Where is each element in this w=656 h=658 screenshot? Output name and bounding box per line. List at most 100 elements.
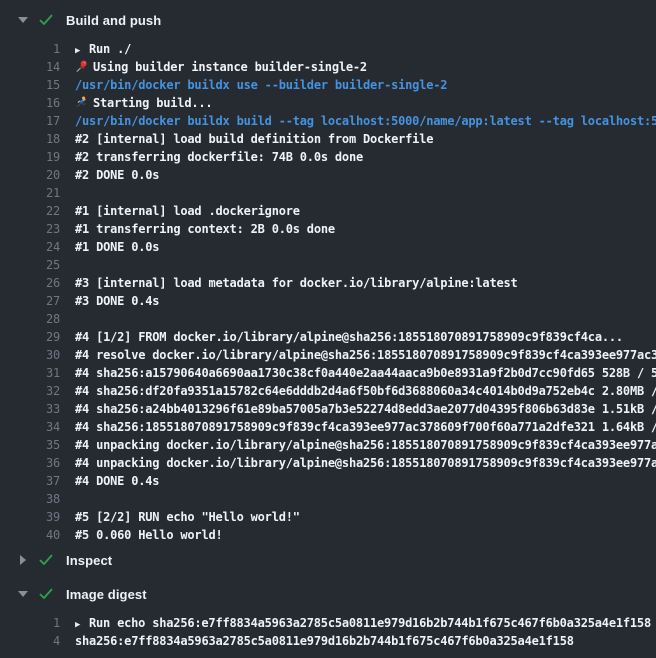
log-text: #4 sha256:185518070891758909c9f839cf4ca3… xyxy=(75,418,656,436)
log-text: #3 [internal] load metadata for docker.i… xyxy=(75,274,518,292)
log-line[interactable]: 31 #4 sha256:a15790640a6690aa1730c38cf0a4… xyxy=(0,364,656,382)
line-number[interactable]: 38 xyxy=(0,490,60,508)
log-line[interactable]: 23#1 transferring context: 2B 0.0s done xyxy=(0,220,656,238)
log-text: #4 [1/2] FROM docker.io/library/alpine@s… xyxy=(75,328,623,346)
line-number[interactable]: 39 xyxy=(0,508,60,526)
log-line[interactable]: 30#4 resolve docker.io/library/alpine@sh… xyxy=(0,346,656,364)
line-number[interactable]: 24 xyxy=(0,238,60,256)
line-number[interactable]: 29 xyxy=(0,328,60,346)
log-line[interactable]: 14Using builder instance builder-single-… xyxy=(0,58,656,76)
log-text: sha256:e7ff8834a5963a2785c5a0811e979d16b… xyxy=(75,632,574,650)
section-header-build-and-push[interactable]: Build and push xyxy=(0,10,656,30)
line-number[interactable]: 36 xyxy=(0,454,60,472)
log-text: #4 sha256:a24bb4013296f61e89ba57005a7b3e… xyxy=(75,400,656,418)
log-line[interactable]: 25 xyxy=(0,256,656,274)
log-line[interactable]: 17/usr/bin/docker buildx build --tag loc… xyxy=(0,112,656,130)
section-header-image-digest[interactable]: Image digest xyxy=(0,584,656,604)
line-number[interactable]: 4 xyxy=(0,632,60,650)
line-number[interactable]: 35 xyxy=(0,436,60,454)
log-text: #4 sha256:df20fa9351a15782c64e6dddb2d4a6… xyxy=(75,382,656,400)
section-build-and-push: Build and push 1▶Run ./14Using builder i… xyxy=(0,10,656,544)
line-number[interactable]: 14 xyxy=(0,58,60,76)
line-number[interactable]: 19 xyxy=(0,148,60,166)
log-lines-image-digest: 1 ▶Run echo sha256:e7ff8834a5963a2785c5a0… xyxy=(0,614,656,650)
line-number[interactable]: 31 xyxy=(0,364,60,382)
log-line[interactable]: 33 #4 sha256:a24bb4013296f61e89ba57005a7b… xyxy=(0,400,656,418)
line-number[interactable]: 26 xyxy=(0,274,60,292)
line-number[interactable]: 28 xyxy=(0,310,60,328)
log-text: #2 DONE 0.0s xyxy=(75,166,159,184)
line-number[interactable]: 34 xyxy=(0,418,60,436)
workflow-log-viewer: Build and push 1▶Run ./14Using builder i… xyxy=(0,0,656,658)
log-line[interactable]: 35 #4 unpacking docker.io/library/alpine@… xyxy=(0,436,656,454)
log-line[interactable]: 38 xyxy=(0,490,656,508)
pushpin-emoji xyxy=(75,58,89,76)
log-text: #1 DONE 0.0s xyxy=(75,238,159,256)
line-number[interactable]: 15 xyxy=(0,76,60,94)
line-number[interactable]: 17 xyxy=(0,112,60,130)
log-text: /usr/bin/docker buildx build --tag local… xyxy=(75,112,656,130)
line-number[interactable]: 16 xyxy=(0,94,60,112)
line-number[interactable]: 30 xyxy=(0,346,60,364)
log-line[interactable]: 15/usr/bin/docker buildx use --builder b… xyxy=(0,76,656,94)
line-number[interactable]: 21 xyxy=(0,184,60,202)
log-text: #2 transferring dockerfile: 74B 0.0s don… xyxy=(75,148,363,166)
section-title: Inspect xyxy=(66,553,112,568)
line-number[interactable]: 27 xyxy=(0,292,60,310)
log-line[interactable]: 39 #5 [2/2] RUN echo "Hello world!" xyxy=(0,508,656,526)
check-success-icon xyxy=(38,12,54,28)
line-number[interactable]: 23 xyxy=(0,220,60,238)
log-line[interactable]: 19 #2 transferring dockerfile: 74B 0.0s d… xyxy=(0,148,656,166)
line-number[interactable]: 37 xyxy=(0,472,60,490)
log-text: #2 [internal] load build definition from… xyxy=(75,130,433,148)
run-expand-icon[interactable]: ▶ xyxy=(75,42,89,58)
log-line[interactable]: 18 #2 [internal] load build definition fr… xyxy=(0,130,656,148)
line-number[interactable]: 25 xyxy=(0,256,60,274)
log-text: #5 0.060 Hello world! xyxy=(75,526,223,544)
log-line[interactable]: 21 xyxy=(0,184,656,202)
log-line[interactable]: 1▶Run ./ xyxy=(0,40,656,58)
log-line[interactable]: 1 ▶Run echo sha256:e7ff8834a5963a2785c5a0… xyxy=(0,614,656,632)
log-line[interactable]: 32 #4 sha256:df20fa9351a15782c64e6dddb2d4… xyxy=(0,382,656,400)
section-title: Image digest xyxy=(66,587,147,602)
log-line[interactable]: 16Starting build... xyxy=(0,94,656,112)
log-text: #4 unpacking docker.io/library/alpine@sh… xyxy=(75,454,656,472)
log-line[interactable]: 40 #5 0.060 Hello world! xyxy=(0,526,656,544)
line-number[interactable]: 1 xyxy=(0,614,60,632)
line-number[interactable]: 32 xyxy=(0,382,60,400)
check-success-icon xyxy=(38,552,54,568)
log-line[interactable]: 26 #3 [internal] load metadata for docker… xyxy=(0,274,656,292)
line-number[interactable]: 22 xyxy=(0,202,60,220)
runner-emoji xyxy=(75,94,89,112)
line-number[interactable]: 40 xyxy=(0,526,60,544)
log-line[interactable]: 22 #1 [internal] load .dockerignore xyxy=(0,202,656,220)
section-inspect: Inspect xyxy=(0,550,656,570)
chevron-right-icon xyxy=(18,555,28,565)
log-text: #1 [internal] load .dockerignore xyxy=(75,202,300,220)
log-line[interactable]: 20 #2 DONE 0.0s xyxy=(0,166,656,184)
log-line[interactable]: 28 xyxy=(0,310,656,328)
log-line[interactable]: 27 #3 DONE 0.4s xyxy=(0,292,656,310)
section-image-digest: Image digest 1 ▶Run echo sha256:e7ff8834a… xyxy=(0,584,656,650)
line-number[interactable]: 18 xyxy=(0,130,60,148)
log-text: #4 sha256:a15790640a6690aa1730c38cf0a440… xyxy=(75,364,656,382)
log-line[interactable]: 4 sha256:e7ff8834a5963a2785c5a0811e979d16… xyxy=(0,632,656,650)
log-text: ▶Run echo sha256:e7ff8834a5963a2785c5a08… xyxy=(75,614,651,632)
line-number[interactable]: 20 xyxy=(0,166,60,184)
log-line[interactable]: 36 #4 unpacking docker.io/library/alpine@… xyxy=(0,454,656,472)
log-text: #5 [2/2] RUN echo "Hello world!" xyxy=(75,508,300,526)
log-line[interactable]: 29 #4 [1/2] FROM docker.io/library/alpine… xyxy=(0,328,656,346)
log-lines-build-and-push: 1▶Run ./14Using builder instance builder… xyxy=(0,40,656,544)
log-line[interactable]: 24 #1 DONE 0.0s xyxy=(0,238,656,256)
line-number[interactable]: 1 xyxy=(0,40,60,58)
log-line[interactable]: 37#4 DONE 0.4s xyxy=(0,472,656,490)
log-line[interactable]: 34 #4 sha256:185518070891758909c9f839cf4c… xyxy=(0,418,656,436)
section-title: Build and push xyxy=(66,13,161,28)
run-expand-icon[interactable]: ▶ xyxy=(75,616,89,632)
check-success-icon xyxy=(38,586,54,602)
log-text: #4 unpacking docker.io/library/alpine@sh… xyxy=(75,436,656,454)
line-number[interactable]: 33 xyxy=(0,400,60,418)
section-header-inspect[interactable]: Inspect xyxy=(0,550,656,570)
log-text: #3 DONE 0.4s xyxy=(75,292,159,310)
chevron-down-icon xyxy=(18,589,28,599)
